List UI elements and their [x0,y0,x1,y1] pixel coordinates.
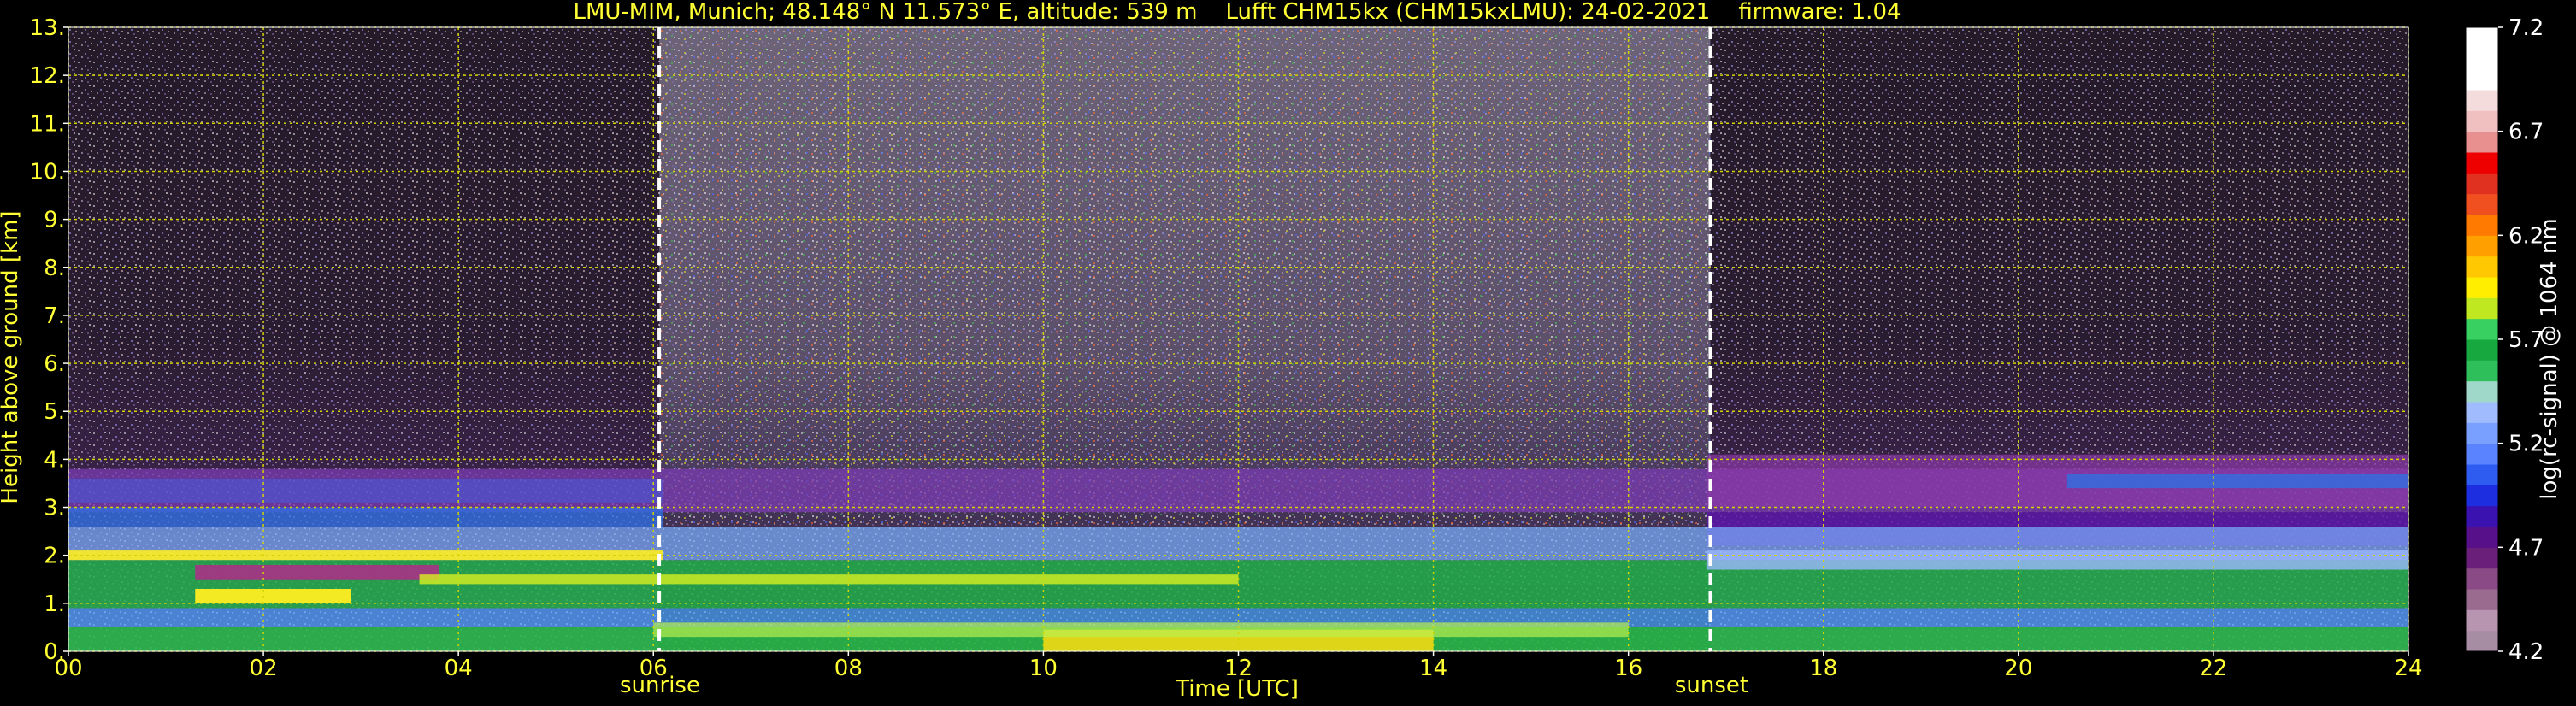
colorbar-segment [2466,131,2498,153]
colorbar-segment [2466,173,2498,195]
colorbar-segment [2466,527,2498,548]
aerosol-layer [653,622,1629,638]
colorbar-segment [2466,505,2498,527]
y-tick-label: 8. [44,256,65,281]
y-tick-label: 10. [30,159,65,185]
colorbar-segment [2466,402,2498,423]
colorbar-tick-label: 4.2 [2508,639,2544,665]
colorbar-segment [2466,235,2498,257]
colorbar-segment [2466,422,2498,444]
y-tick-label: 5. [44,399,65,425]
colorbar-segment [2466,547,2498,569]
colorbar-segment [2466,630,2498,652]
y-tick-label: 4. [44,447,65,473]
y-tick-label: 9. [44,208,65,233]
colorbar-segment [2466,360,2498,382]
aerosol-layer [68,507,663,527]
colorbar-segment [2466,464,2498,485]
colorbar [2465,26,2499,652]
y-tick-label: 13. [30,15,65,41]
x-tick-label: 02 [250,656,278,681]
colorbar-segment [2466,318,2498,340]
y-tick-label: 6. [44,351,65,377]
colorbar-segment [2466,380,2498,403]
y-axis-label: Height above ground [km] [0,210,23,503]
ceilometer-chart: 00 02 04 06 08 10 12 14 16 18 20 22 24 0.1.2.3.4.5.6… [0,0,2562,702]
colorbar-segment [2466,193,2498,215]
colorbar-tick-label: 4.7 [2508,535,2544,561]
colorbar-segment [2466,110,2498,132]
noise-speckle-day [659,27,1711,527]
colorbar-segment [2466,215,2498,236]
x-tick-label: 22 [2199,656,2227,681]
colorbar-segment [2466,609,2498,632]
y-tick-label: 0. [44,639,65,665]
sunset-label: sunset [1675,673,1748,698]
x-tick-label: 14 [1419,656,1447,681]
y-tick-label: 12. [30,63,65,89]
colorbar-segment [2466,339,2498,361]
x-axis-label: Time [UTC] [1175,676,1299,702]
aerosol-layer [68,478,663,503]
colorbar-segment [2466,277,2498,298]
colorbar-label: log(rc-signal) @ 1064 nm [2537,218,2562,499]
x-tick-label: 18 [1809,656,1837,681]
x-tick-label: 10 [1029,656,1058,681]
aerosol-layer [419,574,1239,585]
colorbar-tick-label: 6.7 [2508,120,2544,145]
x-tick-label: 08 [834,656,863,681]
aerosol-layer [2066,474,2408,489]
aerosol-layer [68,550,663,561]
chart-title: LMU-MIM, Munich; 48.148° N 11.573° E, al… [573,0,1901,25]
y-tick-label: 2. [44,544,65,569]
x-tick-label: 04 [445,656,473,681]
colorbar-segment [2466,27,2498,49]
aerosol-layer [195,564,439,580]
colorbar-segment [2466,485,2498,507]
colorbar-segment [2466,443,2498,465]
aerosol-layer [1706,550,2408,570]
colorbar-segment [2466,256,2498,278]
y-axis-ticks: 0. 1. 2. 3. 4. 5. 6. 7. 8. 9. 10. 11. 12. 13. [30,15,68,665]
y-tick-label: 7. [44,303,65,329]
colorbar-segment [2466,152,2498,174]
colorbar-segment [2466,48,2498,70]
sunrise-label: sunrise [620,673,700,698]
aerosol-layer [195,589,351,603]
colorbar-segment [2466,589,2498,610]
y-tick-label: 1. [44,591,65,617]
y-tick-label: 3. [44,496,65,521]
colorbar-segment [2466,90,2498,111]
x-tick-label: 24 [2394,656,2422,681]
y-tick-label: 11. [30,111,65,137]
ceilometer-figure: 00 02 04 06 08 10 12 14 16 18 20 22 24 0. 1. 2. 3. 4. 5. 6… [0,0,2576,706]
colorbar-segment [2466,568,2498,590]
x-tick-label: 16 [1614,656,1642,681]
colorbar-segment [2466,68,2498,91]
x-tick-label: 20 [2004,656,2032,681]
colorbar-segment [2466,297,2498,320]
colorbar-tick-label: 7.2 [2508,15,2544,41]
